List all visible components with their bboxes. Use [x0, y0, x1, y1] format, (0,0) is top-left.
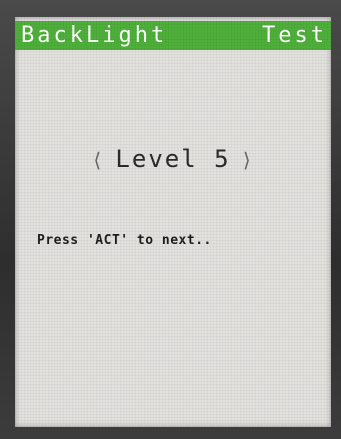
left-bracket-icon: ⟨ [91, 148, 106, 172]
title-left: BackLight [21, 22, 168, 48]
device-frame: BackLight Test ⟨ Level 5 ⟩ Press 'ACT' to … [0, 0, 341, 439]
instruction-text: Press 'ACT' to next.. [37, 233, 212, 248]
right-bracket-icon: ⟩ [240, 148, 255, 172]
level-selector: ⟨ Level 5 ⟩ [15, 145, 331, 173]
level-label: Level 5 [115, 145, 231, 173]
title-right: Test [262, 22, 327, 48]
lcd-screen: BackLight Test ⟨ Level 5 ⟩ Press 'ACT' to … [15, 17, 331, 427]
title-bar: BackLight Test [15, 21, 331, 50]
